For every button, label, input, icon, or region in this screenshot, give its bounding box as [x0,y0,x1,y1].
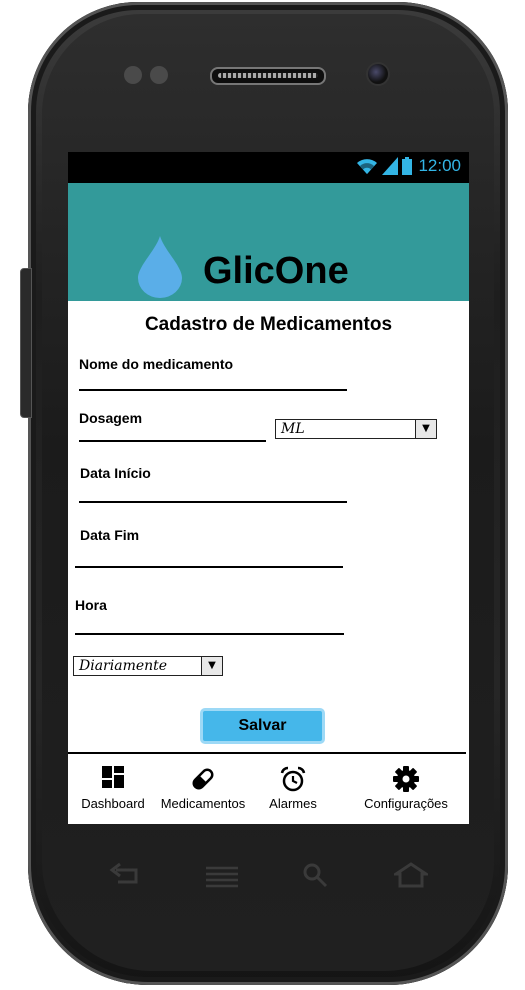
nav-label-medicamentos: Medicamentos [160,796,246,811]
start-date-label: Data Início [80,465,151,481]
signal-icon [382,157,399,175]
front-camera [366,62,390,86]
frequency-select-value: Diariamente [79,658,168,674]
back-key-icon[interactable] [108,862,140,888]
light-sensor [150,66,168,84]
screen: 12:00 GlicOne Cadastro de Medicamentos N… [68,152,469,824]
status-time: 12:00 [418,156,461,175]
form-title: Cadastro de Medicamentos [144,314,393,335]
nav-label-dashboard: Dashboard [81,796,145,811]
time-field[interactable] [75,633,344,635]
unit-select[interactable]: ML ▼ [275,419,437,439]
app-title: GlicOne [203,250,349,292]
earpiece-speaker [210,67,326,85]
save-button[interactable]: Salvar [200,708,325,744]
alarm-clock-icon [280,766,306,792]
nav-item-alarmes[interactable]: Alarmes [258,766,328,811]
status-bar: 12:00 [68,152,469,183]
chevron-down-icon: ▼ [201,657,222,675]
chevron-down-icon: ▼ [415,420,436,438]
app-header: GlicOne [68,183,469,301]
dashboard-icon [102,766,124,788]
volume-button [20,268,32,418]
search-key-icon[interactable] [302,862,328,888]
dosage-label: Dosagem [79,410,143,426]
dosage-field[interactable] [79,440,266,442]
unit-select-value: ML [281,421,305,437]
wifi-icon [357,159,378,174]
start-date-field[interactable] [79,501,347,503]
end-date-field[interactable] [75,566,343,568]
end-date-label: Data Fim [80,527,140,543]
battery-icon [402,157,413,175]
nav-label-configuracoes: Configurações [364,796,448,811]
nav-item-dashboard[interactable]: Dashboard [73,766,153,811]
drop-icon [138,236,182,298]
gear-icon [393,766,419,792]
medication-name-field[interactable] [79,389,347,391]
nav-label-alarmes: Alarmes [269,796,317,811]
bottom-nav-divider [68,752,466,754]
nav-item-configuracoes[interactable]: Configurações [356,766,456,811]
pill-icon [192,768,214,790]
menu-key-icon[interactable] [206,866,238,890]
medication-name-label: Nome do medicamento [79,356,234,372]
frequency-select[interactable]: Diariamente ▼ [73,656,223,676]
home-key-icon[interactable] [394,862,428,888]
proximity-sensor [124,66,142,84]
nav-item-medicamentos[interactable]: Medicamentos [156,766,250,811]
time-label: Hora [75,597,107,613]
